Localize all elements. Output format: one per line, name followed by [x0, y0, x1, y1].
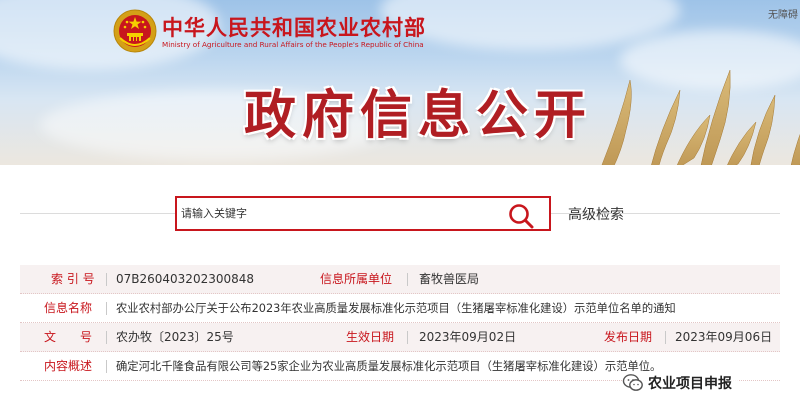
wheat-illustration	[601, 69, 800, 165]
info-table: 索 引 号 07B260403202300848 信息所属单位 畜牧兽医局 信息…	[20, 265, 780, 381]
divider	[407, 273, 408, 286]
header-banner: 无障碍 中华人民共和国农业农村部 Ministry of Agriculture…	[0, 0, 800, 165]
divider	[106, 302, 107, 315]
ministry-name-cn: 中华人民共和国农业农村部	[162, 15, 426, 40]
publish-date-value: 2023年09月06日	[675, 330, 773, 344]
summary-label: 内容概述	[44, 359, 93, 373]
watermark: 农业项目申报	[622, 371, 738, 395]
index-value: 07B260403202300848	[116, 272, 255, 286]
org-label: 信息所属单位	[320, 272, 393, 286]
search-box	[175, 196, 551, 231]
accessibility-link[interactable]: 无障碍	[768, 6, 798, 21]
org-value: 畜牧兽医局	[419, 272, 480, 286]
doc-number-value: 农办牧〔2023〕25号	[116, 330, 234, 344]
index-label: 索 引 号	[51, 272, 95, 286]
divider	[106, 331, 107, 344]
name-value: 农业农村部办公厅关于公布2023年农业高质量发展标准化示范项目（生猪屠宰标准化建…	[116, 302, 676, 315]
info-row-name: 信息名称 农业农村部办公厅关于公布2023年农业高质量发展标准化示范项目（生猪屠…	[20, 294, 780, 323]
effective-date-label: 生效日期	[346, 330, 395, 344]
publish-date-label: 发布日期	[604, 330, 653, 344]
page: { "header": { "ministry_cn": "中华人民共和国农业农…	[0, 0, 800, 415]
search-input[interactable]	[177, 199, 497, 228]
watermark-text: 农业项目申报	[648, 376, 732, 392]
divider	[106, 360, 107, 373]
divider	[106, 273, 107, 286]
divider	[407, 331, 408, 344]
wechat-icon	[622, 374, 643, 391]
info-row-doc: 文 号 农办牧〔2023〕25号 生效日期 2023年09月02日 发布日期 2…	[20, 323, 780, 352]
advanced-search-link[interactable]: 高级检索	[568, 204, 624, 224]
doc-number-label: 文 号	[44, 330, 93, 344]
effective-date-value: 2023年09月02日	[419, 330, 517, 344]
search-icon[interactable]	[507, 202, 535, 230]
national-emblem-icon	[113, 9, 157, 53]
info-row-index: 索 引 号 07B260403202300848 信息所属单位 畜牧兽医局	[20, 265, 780, 294]
page-title: 政府信息公开	[244, 85, 593, 146]
name-label: 信息名称	[44, 301, 93, 315]
divider	[665, 331, 666, 344]
ministry-name-en: Ministry of Agriculture and Rural Affair…	[162, 40, 424, 49]
summary-value: 确定河北千隆食品有限公司等25家企业为农业高质量发展标准化示范项目（生猪屠宰标准…	[116, 360, 662, 373]
